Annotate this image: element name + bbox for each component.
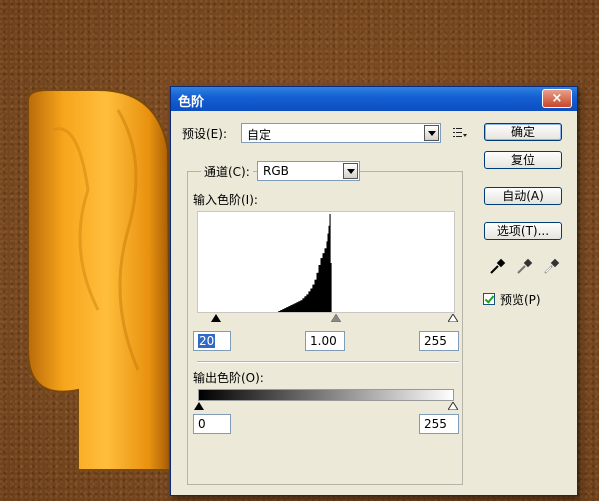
output-black-field[interactable]: 0: [193, 414, 231, 434]
preset-label: 预设(E):: [182, 127, 227, 141]
histogram-bar: [322, 253, 325, 312]
window-title: 色阶: [178, 95, 205, 110]
output-gradient-bar: [198, 389, 454, 401]
histogram-bar: [296, 302, 299, 312]
histogram-bar: [304, 296, 307, 312]
histogram-bar: [318, 265, 321, 312]
histogram-bar: [330, 263, 332, 312]
close-button[interactable]: ×: [542, 89, 572, 108]
preset-menu-icon[interactable]: [453, 127, 467, 139]
preset-select[interactable]: 自定: [241, 123, 441, 143]
title-bar: 色阶 ×: [171, 87, 577, 111]
histogram-bar: [326, 241, 328, 312]
histogram-bar: [280, 310, 283, 312]
black-eyedropper-icon[interactable]: [489, 257, 507, 275]
histogram-bar: [316, 272, 319, 312]
histogram-bar: [286, 307, 289, 312]
histogram-bar: [324, 248, 327, 312]
input-white-slider[interactable]: [448, 314, 458, 322]
input-black-value: 20: [198, 334, 216, 348]
channel-select[interactable]: RGB: [257, 161, 360, 181]
output-white-slider[interactable]: [448, 402, 458, 410]
histogram-bar: [278, 311, 281, 312]
histogram-bar: [312, 284, 315, 312]
histogram: [197, 211, 455, 313]
separator: [197, 361, 459, 363]
input-black-slider[interactable]: [211, 314, 221, 322]
preview-checkbox[interactable]: [483, 293, 495, 305]
histogram-bar: [329, 214, 331, 312]
chevron-down-icon: [343, 163, 358, 179]
output-white-field[interactable]: 255: [419, 414, 459, 434]
channel-value: RGB: [263, 164, 289, 178]
levels-dialog: 色阶 × 预设(E): 自定 通道(C): RGB 输入色阶(I): 20 1.…: [170, 86, 578, 496]
gray-eyedropper-icon[interactable]: [516, 257, 534, 275]
histogram-bar: [328, 225, 330, 312]
output-levels-label: 输出色阶(O):: [193, 371, 264, 385]
input-black-field[interactable]: 20: [193, 331, 231, 351]
white-eyedropper-icon[interactable]: [543, 257, 561, 275]
histogram-bar: [308, 291, 311, 312]
histogram-bar: [310, 288, 313, 312]
chevron-down-icon: [424, 125, 439, 141]
histogram-bar: [290, 305, 293, 312]
histogram-bar: [320, 258, 323, 312]
histogram-bar: [327, 233, 329, 312]
histogram-bar: [302, 298, 305, 312]
histogram-bar: [288, 306, 291, 312]
preview-label: 预览(P): [500, 293, 541, 307]
histogram-bar: [300, 300, 303, 312]
histogram-chart: [278, 214, 332, 312]
histogram-bar: [298, 301, 301, 312]
auto-button[interactable]: 自动(A): [484, 187, 562, 205]
histogram-bar: [294, 303, 297, 312]
input-levels-label: 输入色阶(I):: [193, 193, 258, 207]
histogram-bar: [314, 279, 317, 312]
histogram-bar: [284, 308, 287, 312]
histogram-bar: [292, 304, 295, 312]
histogram-bar: [282, 309, 285, 312]
output-black-slider[interactable]: [194, 402, 204, 410]
input-gamma-field[interactable]: 1.00: [305, 331, 345, 351]
ok-button[interactable]: 确定: [484, 123, 562, 141]
options-button[interactable]: 选项(T)...: [484, 222, 562, 240]
input-white-field[interactable]: 255: [419, 331, 459, 351]
preset-value: 自定: [247, 128, 272, 142]
channel-label: 通道(C):: [201, 163, 253, 180]
input-gamma-slider[interactable]: [331, 314, 341, 322]
reset-button[interactable]: 复位: [484, 151, 562, 169]
histogram-bar: [306, 294, 309, 312]
